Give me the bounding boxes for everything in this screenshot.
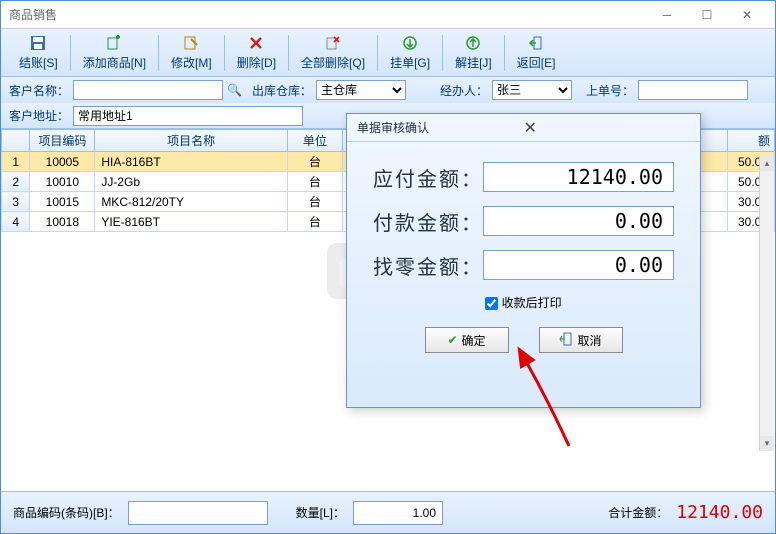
delete-all-button[interactable]: 全部删除[Q] [291, 32, 375, 73]
confirm-dialog: 单据审核确认 ✕ 应付金额：12140.00 付款金额：0.00 找零金额：0.… [346, 113, 701, 408]
total-label: 合计金额： [608, 504, 668, 521]
customer-name-label: 客户名称： [9, 82, 69, 99]
col-unit[interactable]: 单位 [288, 130, 343, 152]
col-name[interactable]: 项目名称 [95, 130, 288, 152]
barcode-input[interactable] [128, 501, 268, 525]
paid-input[interactable]: 0.00 [483, 206, 674, 236]
add-item-button[interactable]: 添加商品[N] [73, 32, 156, 73]
edit-icon [182, 34, 200, 52]
cell-name: JJ-2Gb [95, 172, 288, 192]
order-no-input[interactable] [638, 80, 748, 100]
cell-name: YIE-816BT [95, 212, 288, 232]
cell-unit: 台 [288, 192, 343, 212]
warehouse-select[interactable]: 主仓库 [316, 80, 406, 100]
cell-code: 10018 [30, 212, 95, 232]
scroll-up-icon[interactable]: ▴ [760, 156, 774, 171]
row-number: 4 [2, 212, 30, 232]
maximize-button[interactable]: ☐ [687, 5, 727, 25]
qty-input[interactable] [353, 501, 443, 525]
edit-button[interactable]: 修改[M] [161, 32, 222, 73]
cancel-icon [559, 332, 573, 349]
window-title: 商品销售 [9, 6, 647, 23]
print-checkbox[interactable] [485, 297, 498, 310]
print-label: 收款后打印 [502, 296, 562, 310]
col-rownum[interactable] [2, 130, 30, 152]
checkout-button[interactable]: 结账[S] [9, 32, 68, 73]
close-button[interactable]: ✕ [727, 5, 767, 25]
save-icon [29, 34, 47, 52]
delete-all-icon [324, 34, 342, 52]
handler-label: 经办人： [440, 82, 488, 99]
minimize-button[interactable]: ─ [647, 5, 687, 25]
cell-unit: 台 [288, 152, 343, 172]
check-icon: ✔ [447, 333, 457, 347]
add-icon [105, 34, 123, 52]
total-amount: 12140.00 [676, 502, 763, 523]
footer-bar: 商品编码(条码)[B]： 数量[L]： 合计金额： 12140.00 [1, 491, 775, 533]
order-no-label: 上单号： [586, 82, 634, 99]
cell-code: 10010 [30, 172, 95, 192]
customer-name-input[interactable] [73, 80, 223, 100]
toolbar: 结账[S] 添加商品[N] 修改[M] 删除[D] 全部删除[Q] 挂单[G] … [1, 29, 775, 77]
cell-code: 10005 [30, 152, 95, 172]
hold-icon [401, 34, 419, 52]
dialog-title: 单据审核确认 [357, 119, 524, 136]
qty-label: 数量[L]： [296, 504, 345, 521]
delete-icon [247, 34, 265, 52]
ok-button[interactable]: ✔确定 [425, 327, 509, 353]
delete-button[interactable]: 删除[D] [227, 32, 286, 73]
form-row-1: 客户名称： 🔍 出库仓库： 主仓库 经办人： 张三 上单号： [1, 77, 775, 103]
address-label: 客户地址： [9, 107, 69, 124]
row-number: 3 [2, 192, 30, 212]
cancel-button[interactable]: 取消 [539, 327, 623, 353]
back-icon [527, 34, 545, 52]
address-input[interactable] [73, 106, 303, 126]
row-number: 2 [2, 172, 30, 192]
search-icon[interactable]: 🔍 [227, 83, 242, 97]
back-button[interactable]: 返回[E] [507, 32, 566, 73]
row-number: 1 [2, 152, 30, 172]
change-label: 找零金额： [373, 251, 483, 280]
vertical-scrollbar[interactable]: ▴ ▾ [759, 156, 774, 451]
warehouse-label: 出库仓库： [252, 82, 312, 99]
paid-label: 付款金额： [373, 207, 483, 236]
col-code[interactable]: 项目编码 [30, 130, 95, 152]
title-bar: 商品销售 ─ ☐ ✕ [1, 1, 775, 29]
scroll-down-icon[interactable]: ▾ [760, 436, 774, 451]
col-amount[interactable]: 额 [728, 130, 775, 152]
cell-unit: 台 [288, 172, 343, 192]
hold-button[interactable]: 挂单[G] [380, 32, 440, 73]
cell-code: 10015 [30, 192, 95, 212]
unhold-icon [464, 34, 482, 52]
cell-unit: 台 [288, 212, 343, 232]
unhold-button[interactable]: 解挂[J] [445, 32, 502, 73]
payable-value: 12140.00 [483, 162, 674, 192]
dialog-close-icon[interactable]: ✕ [524, 118, 691, 138]
cell-name: MKC-812/20TY [95, 192, 288, 212]
barcode-label: 商品编码(条码)[B]： [13, 504, 120, 521]
payable-label: 应付金额： [373, 163, 483, 192]
change-value: 0.00 [483, 250, 674, 280]
handler-select[interactable]: 张三 [492, 80, 572, 100]
cell-name: HIA-816BT [95, 152, 288, 172]
